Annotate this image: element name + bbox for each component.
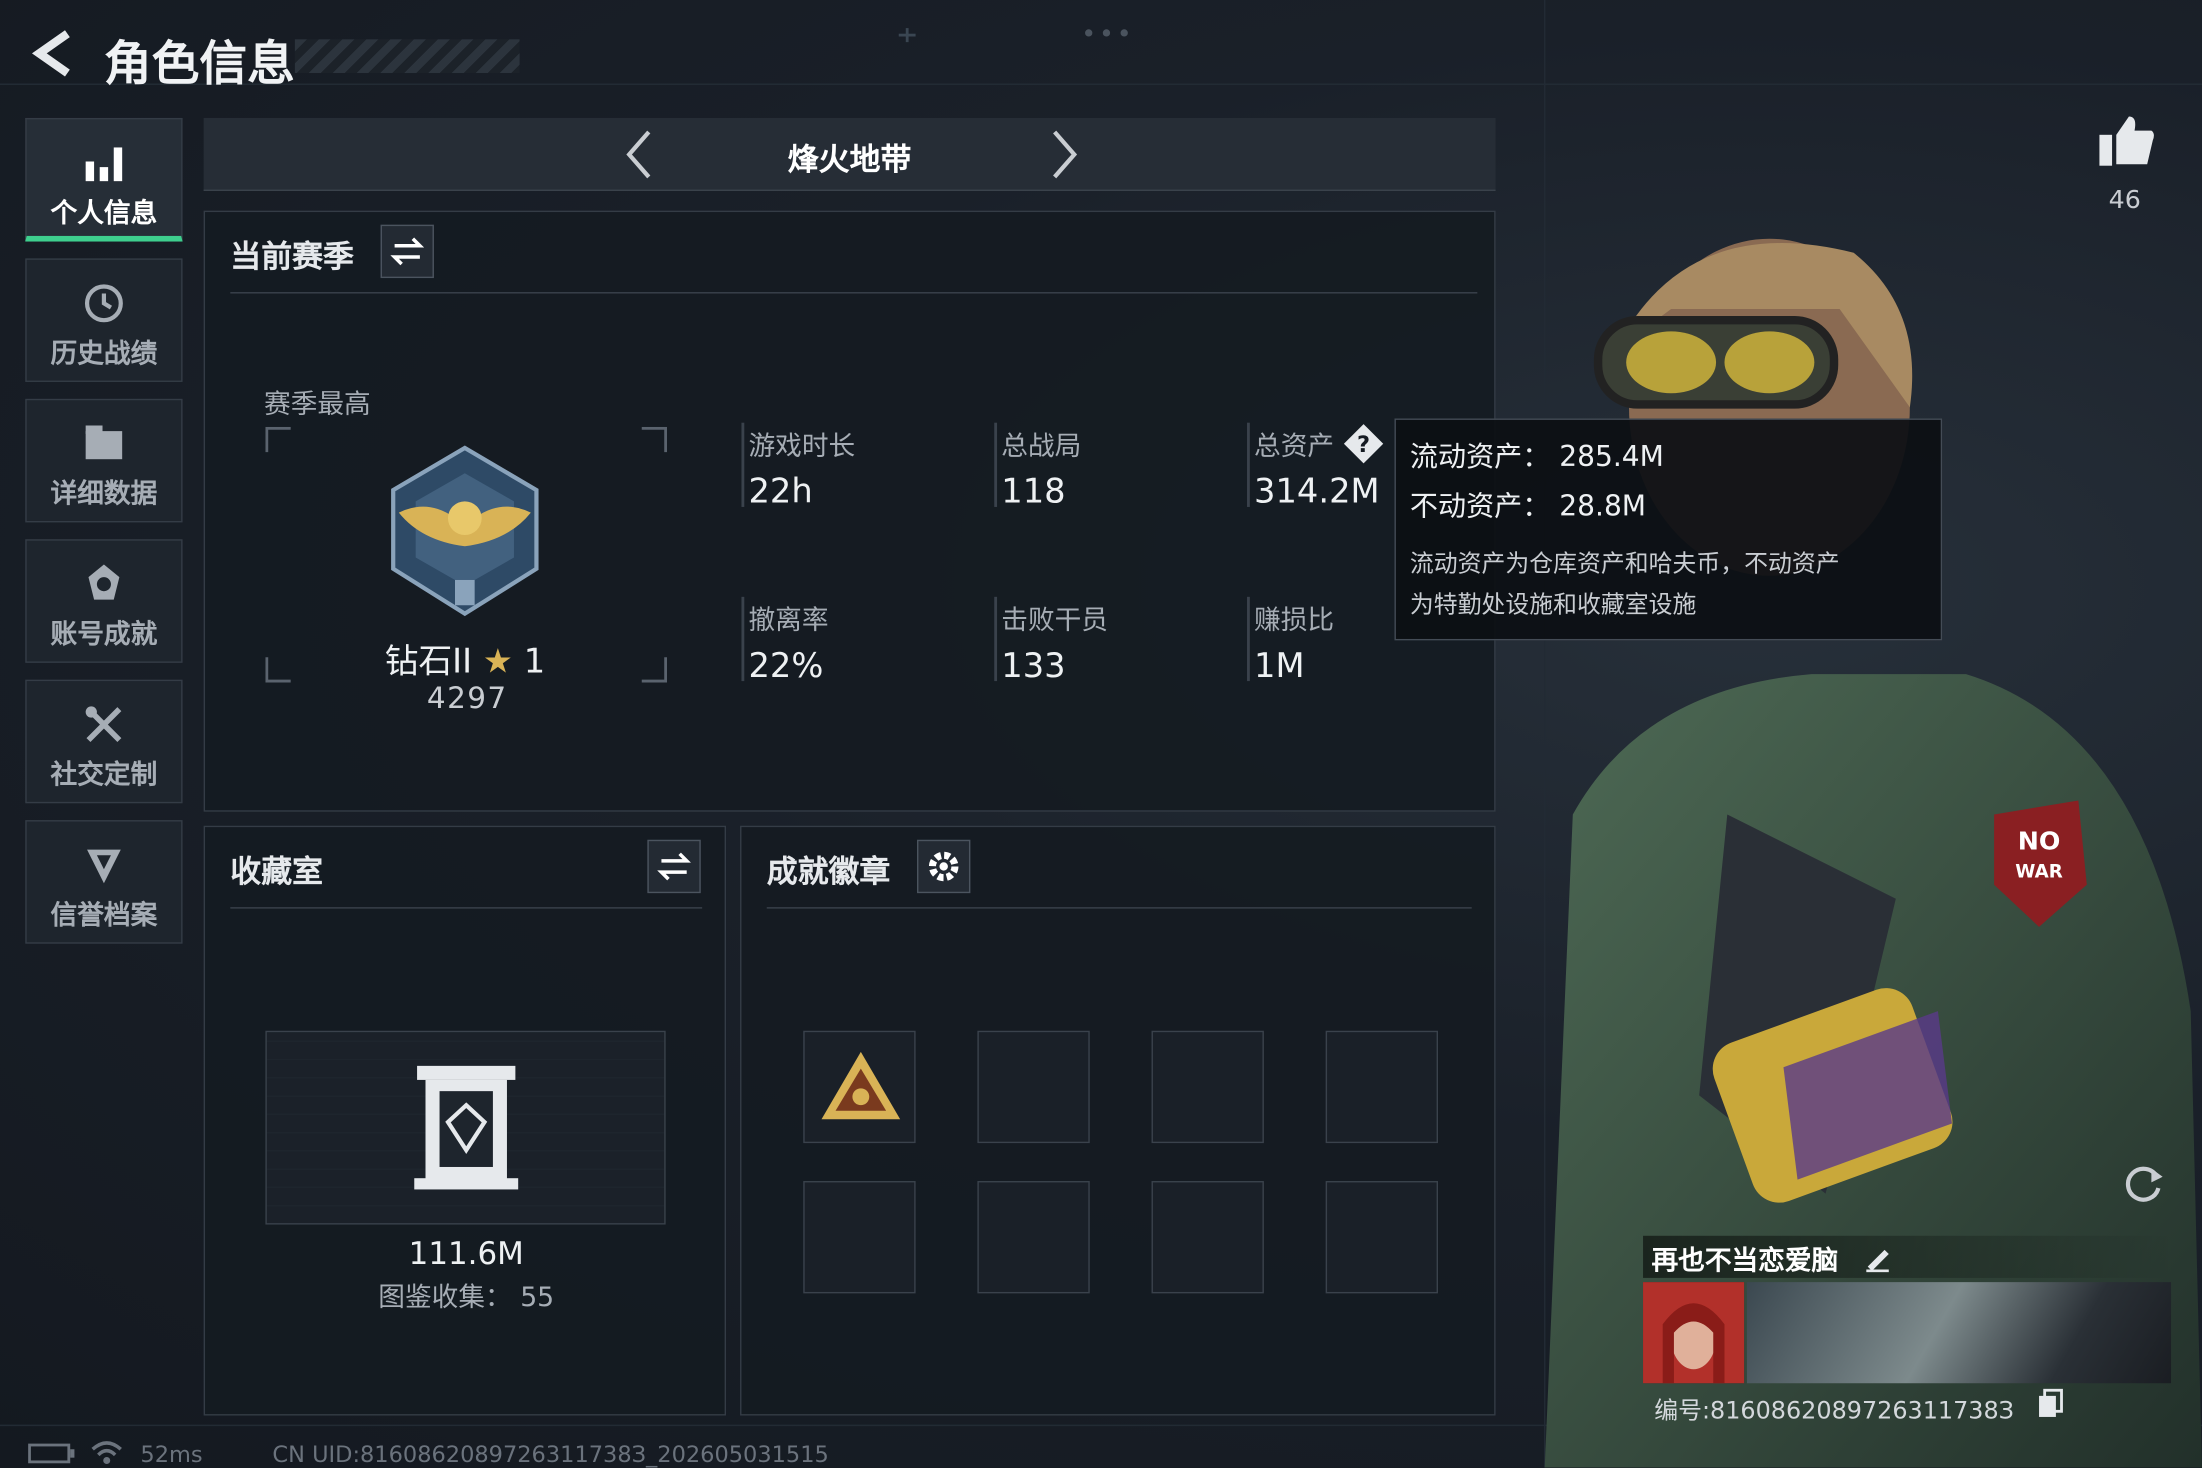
next-mode-button[interactable] bbox=[1043, 126, 1085, 182]
badge-slot[interactable] bbox=[977, 1181, 1090, 1294]
season-switch-button[interactable] bbox=[380, 224, 434, 279]
collection-panel: 收藏室 111.6M 图鉴收集： 55 bbox=[203, 825, 727, 1416]
stat-label: 赚损比 bbox=[1254, 605, 1335, 637]
copy-icon[interactable] bbox=[2036, 1387, 2064, 1418]
tooltip-fixed: 不动资产： 28.8M bbox=[1409, 488, 1647, 523]
asset-help-icon[interactable]: ? bbox=[1343, 423, 1385, 465]
badge-slot[interactable] bbox=[977, 1030, 1090, 1144]
badge-slot[interactable] bbox=[1325, 1030, 1439, 1144]
sidebar-item-personal-info[interactable]: 个人信息 bbox=[25, 117, 183, 242]
title-decoration bbox=[294, 39, 520, 74]
stat-value: 1M bbox=[1254, 645, 1305, 686]
season-best-label: 赛季最高 bbox=[264, 388, 371, 420]
gear-icon bbox=[928, 851, 959, 882]
like-count: 46 bbox=[2108, 185, 2141, 215]
collection-count: 图鉴收集： 55 bbox=[378, 1282, 555, 1314]
shield-icon bbox=[87, 849, 121, 884]
badge-slot[interactable] bbox=[803, 1030, 916, 1144]
player-id: 编号:8160862089726311738З bbox=[1654, 1397, 2014, 1426]
rank-score: 4297 bbox=[426, 681, 508, 715]
sidebar-item-details[interactable]: 详细数据 bbox=[25, 398, 183, 523]
player-name-bar: 再也不当恋爱脑 bbox=[1643, 1235, 2177, 1278]
battery-icon bbox=[28, 1443, 75, 1464]
badges-settings-button[interactable] bbox=[917, 839, 971, 894]
stat-label: 击败干员 bbox=[1001, 605, 1109, 637]
sidebar-item-label: 账号成就 bbox=[50, 619, 158, 651]
asset-tooltip: 流动资产： 285.4M 不动资产： 28.8M 流动资产为仓库资产和哈夫币，不… bbox=[1394, 418, 1943, 641]
stat-value: 314.2M bbox=[1254, 471, 1380, 512]
wifi-icon bbox=[91, 1441, 122, 1464]
sidebar-item-label: 历史战绩 bbox=[50, 338, 158, 370]
achievement-icon bbox=[88, 564, 120, 600]
rank-star-icon: ★ bbox=[482, 641, 514, 682]
badge-slot[interactable] bbox=[1151, 1030, 1264, 1144]
stat-value: 133 bbox=[1001, 645, 1066, 686]
diamond-rank-emblem bbox=[391, 445, 539, 617]
folder-icon bbox=[85, 425, 123, 460]
swap-icon bbox=[657, 852, 691, 881]
sidebar-item-social[interactable]: 社交定制 bbox=[25, 679, 183, 804]
sidebar-item-label: 社交定制 bbox=[50, 759, 158, 791]
mode-selector: 烽火地带 bbox=[203, 117, 1496, 191]
svg-text:WAR: WAR bbox=[2015, 862, 2063, 883]
player-name: 再也不当恋爱脑 bbox=[1651, 1245, 1839, 1277]
svg-text:?: ? bbox=[1357, 432, 1370, 458]
stat-value: 22h bbox=[748, 471, 813, 512]
sidebar-item-history[interactable]: 历史战绩 bbox=[25, 258, 183, 382]
rotate-view-icon[interactable] bbox=[2120, 1160, 2165, 1205]
page-title: 角色信息 bbox=[103, 36, 295, 93]
badge-slot[interactable] bbox=[1151, 1181, 1264, 1294]
stat-label: 总资产 bbox=[1254, 431, 1335, 463]
sidebar-item-label: 详细数据 bbox=[50, 478, 158, 510]
sidebar-item-label: 个人信息 bbox=[50, 198, 158, 229]
sidebar-item-achievements[interactable]: 账号成就 bbox=[25, 539, 183, 663]
ping-value: 52ms bbox=[140, 1440, 203, 1468]
badges-title: 成就徽章 bbox=[766, 855, 891, 891]
stat-label: 总战局 bbox=[1001, 431, 1082, 463]
history-icon bbox=[84, 284, 123, 323]
badge-slot[interactable] bbox=[1325, 1181, 1439, 1294]
operator-character-illustration: NO WAR bbox=[1544, 238, 2202, 1468]
collection-title: 收藏室 bbox=[230, 855, 324, 891]
uid-text: CN UID:8160862089726311738З_202605031515 bbox=[272, 1440, 829, 1468]
tools-icon bbox=[85, 706, 122, 743]
season-panel: 当前赛季 赛季最高 钻石II ★ 1 4297 游戏时长 22h 总战局 118… bbox=[203, 210, 1496, 812]
avatar[interactable] bbox=[1643, 1282, 1745, 1384]
sidebar-item-reputation[interactable]: 信誉档案 bbox=[25, 820, 183, 944]
rank-name: 钻石II ★ 1 bbox=[384, 641, 546, 682]
back-arrow-icon bbox=[31, 30, 70, 77]
mode-title: 烽火地带 bbox=[787, 143, 912, 179]
stat-label: 撤离率 bbox=[748, 605, 829, 637]
collection-switch-button[interactable] bbox=[647, 839, 701, 894]
swap-icon bbox=[390, 237, 425, 266]
svg-text:NO: NO bbox=[2018, 827, 2061, 856]
tooltip-desc: 流动资产为仓库资产和哈夫币，不动资产 bbox=[1409, 550, 1840, 579]
tooltip-liquid: 流动资产： 285.4M bbox=[1409, 439, 1664, 474]
sidebar-item-label: 信誉档案 bbox=[50, 900, 158, 932]
triangle-badge-icon bbox=[821, 1051, 901, 1120]
dots-decoration: ••• bbox=[1081, 19, 1135, 50]
stat-value: 22% bbox=[748, 645, 824, 686]
thumbs-up-icon[interactable] bbox=[2095, 112, 2157, 168]
edit-name-icon[interactable] bbox=[1862, 1241, 1893, 1273]
collection-room-card[interactable] bbox=[265, 1030, 666, 1225]
collection-vault-icon bbox=[414, 1065, 519, 1190]
avatar-portrait bbox=[1643, 1282, 1745, 1384]
tooltip-desc: 为特勤处设施和收藏室设施 bbox=[1409, 591, 1697, 620]
badges-panel: 成就徽章 bbox=[740, 825, 1496, 1416]
back-button[interactable] bbox=[25, 25, 81, 81]
stat-label: 游戏时长 bbox=[748, 431, 856, 463]
bar-chart-icon bbox=[85, 147, 123, 182]
name-card-banner[interactable] bbox=[1746, 1282, 2172, 1384]
badge-slot[interactable] bbox=[803, 1181, 916, 1294]
collection-value: 111.6M bbox=[408, 1237, 524, 1273]
season-title: 当前赛季 bbox=[230, 240, 354, 276]
stat-value: 118 bbox=[1001, 471, 1066, 512]
